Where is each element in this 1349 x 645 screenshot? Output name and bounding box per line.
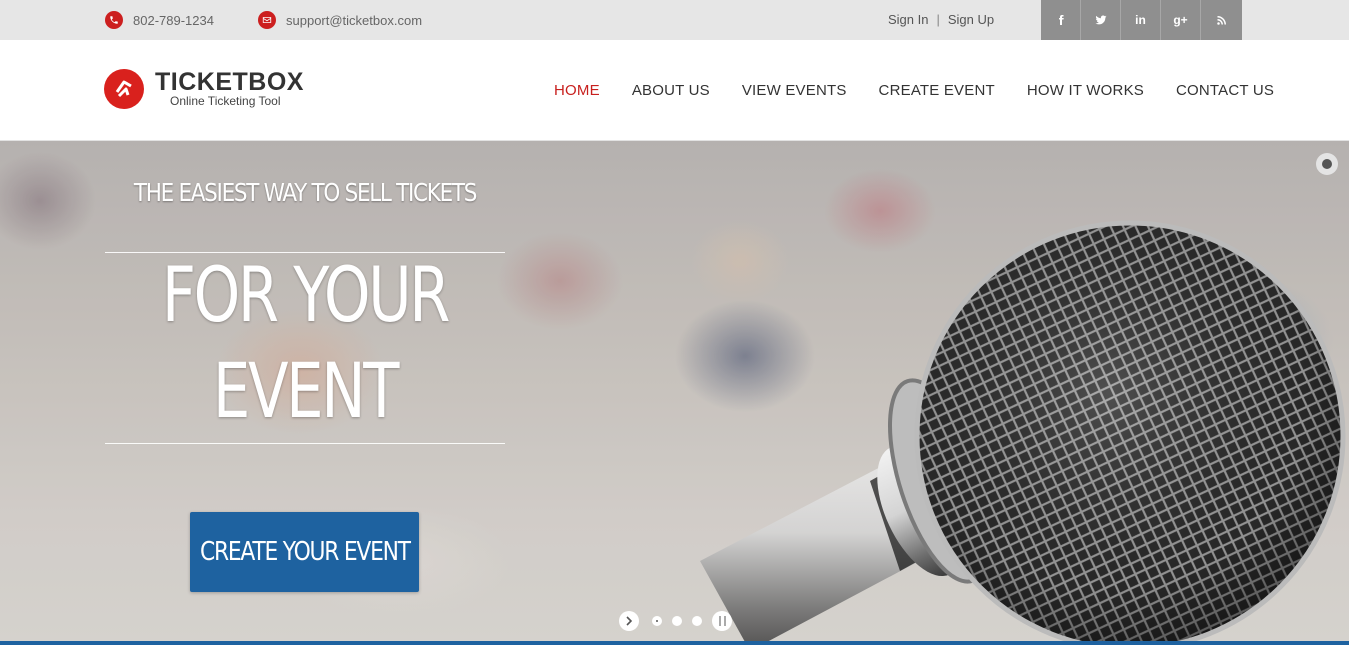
auth-links: Sign In | Sign Up bbox=[888, 12, 994, 27]
slider-controls bbox=[619, 611, 732, 631]
slide-dot-2[interactable] bbox=[672, 616, 682, 626]
slide-dot-1[interactable] bbox=[652, 616, 662, 626]
hero-tagline: THE EASIEST WAY TO SELL TICKETS bbox=[133, 178, 477, 207]
pause-button[interactable] bbox=[712, 611, 732, 631]
email-address[interactable]: support@ticketbox.com bbox=[286, 13, 422, 28]
nav-how-it-works[interactable]: HOW IT WORKS bbox=[1027, 82, 1144, 99]
ticketbox-logo-icon bbox=[104, 69, 144, 109]
phone-contact: 802-789-1234 bbox=[105, 11, 214, 29]
auth-separator: | bbox=[936, 12, 940, 27]
nav-contact-us[interactable]: CONTACT US bbox=[1176, 82, 1274, 99]
slide-indicator-dot[interactable] bbox=[1316, 153, 1338, 175]
email-contact[interactable]: support@ticketbox.com bbox=[258, 11, 422, 29]
hero-headline-line1: FOR YOUR bbox=[161, 250, 451, 339]
microphone-image bbox=[700, 220, 1346, 641]
main-nav: HOME ABOUT US VIEW EVENTS CREATE EVENT H… bbox=[554, 82, 1306, 99]
google-plus-icon[interactable]: g+ bbox=[1161, 0, 1201, 40]
bottom-accent-bar bbox=[0, 641, 1349, 645]
rss-icon[interactable] bbox=[1201, 0, 1242, 40]
slide-dot-3[interactable] bbox=[692, 616, 702, 626]
sign-up-link[interactable]: Sign Up bbox=[948, 12, 994, 27]
envelope-icon bbox=[258, 11, 276, 29]
cta-label: CREATE YOUR EVENT bbox=[199, 537, 411, 567]
twitter-icon[interactable] bbox=[1081, 0, 1121, 40]
hero-slider: THE EASIEST WAY TO SELL TICKETS FOR YOUR… bbox=[0, 141, 1349, 641]
phone-icon bbox=[105, 11, 123, 29]
facebook-icon[interactable] bbox=[1041, 0, 1081, 40]
nav-view-events[interactable]: VIEW EVENTS bbox=[742, 82, 847, 99]
logo-subtitle: Online Ticketing Tool bbox=[170, 94, 281, 108]
chevron-right-icon bbox=[626, 616, 633, 626]
create-your-event-button[interactable]: CREATE YOUR EVENT bbox=[190, 512, 419, 592]
logo-title: TICKETBOX bbox=[155, 68, 304, 96]
nav-create-event[interactable]: CREATE EVENT bbox=[879, 82, 995, 99]
site-header: TICKETBOX Online Ticketing Tool HOME ABO… bbox=[0, 40, 1349, 141]
nav-home[interactable]: HOME bbox=[554, 82, 600, 99]
hero-headline-line2: EVENT bbox=[212, 346, 400, 435]
linkedin-icon[interactable]: in bbox=[1121, 0, 1161, 40]
nav-about-us[interactable]: ABOUT US bbox=[632, 82, 710, 99]
sign-in-link[interactable]: Sign In bbox=[888, 12, 928, 27]
social-links: in g+ bbox=[1041, 0, 1242, 40]
top-bar: 802-789-1234 support@ticketbox.com Sign … bbox=[0, 0, 1349, 40]
headline-divider bbox=[105, 443, 505, 444]
pause-icon bbox=[718, 616, 721, 626]
phone-number: 802-789-1234 bbox=[133, 12, 214, 28]
site-logo[interactable]: TICKETBOX Online Ticketing Tool bbox=[104, 69, 304, 109]
next-slide-button[interactable] bbox=[619, 611, 639, 631]
